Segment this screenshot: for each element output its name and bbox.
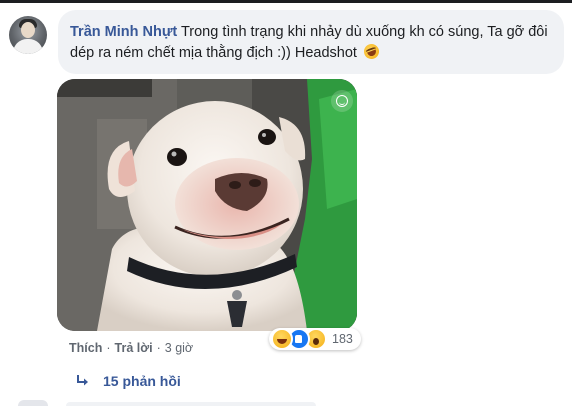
reply-link[interactable]: Trả lời	[115, 341, 153, 355]
dog-photo-drawing	[57, 79, 357, 331]
replies-label: 15 phản hồi	[103, 373, 181, 389]
avatar-head	[21, 22, 35, 38]
next-comment-avatar	[18, 400, 48, 406]
comment-text: Trần Minh Nhựt Trong tình trạng khi nhảy…	[70, 22, 560, 64]
laughing-emoji-icon	[361, 41, 382, 62]
reply-arrow-icon	[77, 375, 88, 386]
separator-dot: ·	[156, 341, 161, 355]
comment-actions: Thích · Trả lời · 3 giờ	[69, 341, 193, 355]
separator-dot: ·	[106, 341, 111, 355]
top-divider	[0, 0, 572, 3]
avatar[interactable]	[9, 16, 47, 54]
view-replies-link[interactable]: 15 phản hồi	[76, 373, 181, 389]
reactions-summary[interactable]: 183	[269, 328, 361, 350]
reaction-count: 183	[332, 332, 353, 346]
comment-screenshot: Trần Minh Nhựt Trong tình trạng khi nhảy…	[0, 0, 572, 406]
haha-reaction-icon	[271, 328, 293, 350]
avatar-body	[13, 39, 43, 54]
comment-photo[interactable]	[57, 79, 357, 331]
comment-author[interactable]: Trần Minh Nhựt	[70, 24, 177, 40]
next-comment-bubble	[66, 402, 316, 406]
like-link[interactable]: Thích	[69, 341, 102, 355]
photo-emoji-icon[interactable]	[331, 90, 353, 112]
timestamp[interactable]: 3 giờ	[165, 341, 193, 355]
